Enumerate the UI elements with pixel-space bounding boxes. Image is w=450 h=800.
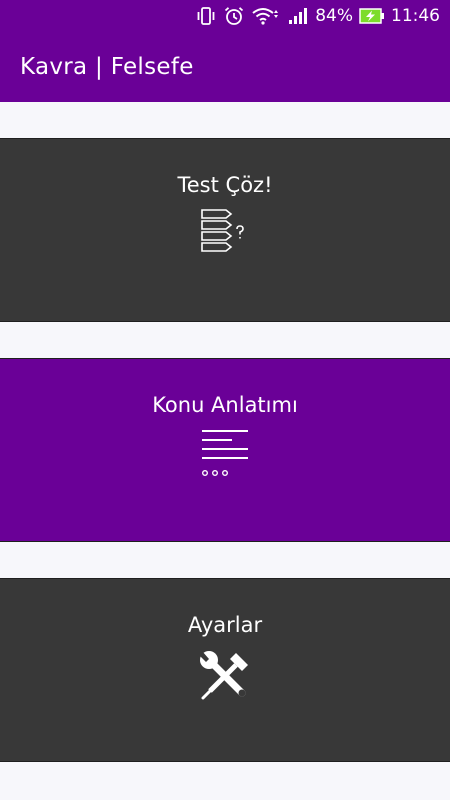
test-menu-button[interactable]: Test Çöz! <box>0 138 450 322</box>
vibrate-icon <box>195 6 217 26</box>
status-bar: 84% 11:46 <box>0 0 450 32</box>
clock: 11:46 <box>391 6 440 26</box>
wifi-icon <box>251 6 281 26</box>
quiz-list-icon <box>200 209 250 261</box>
settings-menu-label: Ayarlar <box>187 613 263 637</box>
settings-menu-button[interactable]: Ayarlar <box>0 578 450 762</box>
app-title: Kavra | Felsefe <box>20 54 194 80</box>
signal-icon <box>287 6 309 26</box>
alarm-icon <box>223 6 245 26</box>
test-menu-label: Test Çöz! <box>177 173 273 197</box>
topics-menu-label: Konu Anlatımı <box>152 393 298 417</box>
battery-percent: 84% <box>315 6 353 26</box>
app-bar: Kavra | Felsefe <box>0 32 450 102</box>
wrench-screwdriver-icon <box>198 649 252 707</box>
text-lines-icon <box>200 429 250 483</box>
topics-menu-button[interactable]: Konu Anlatımı <box>0 358 450 542</box>
battery-charging-icon <box>359 6 385 26</box>
